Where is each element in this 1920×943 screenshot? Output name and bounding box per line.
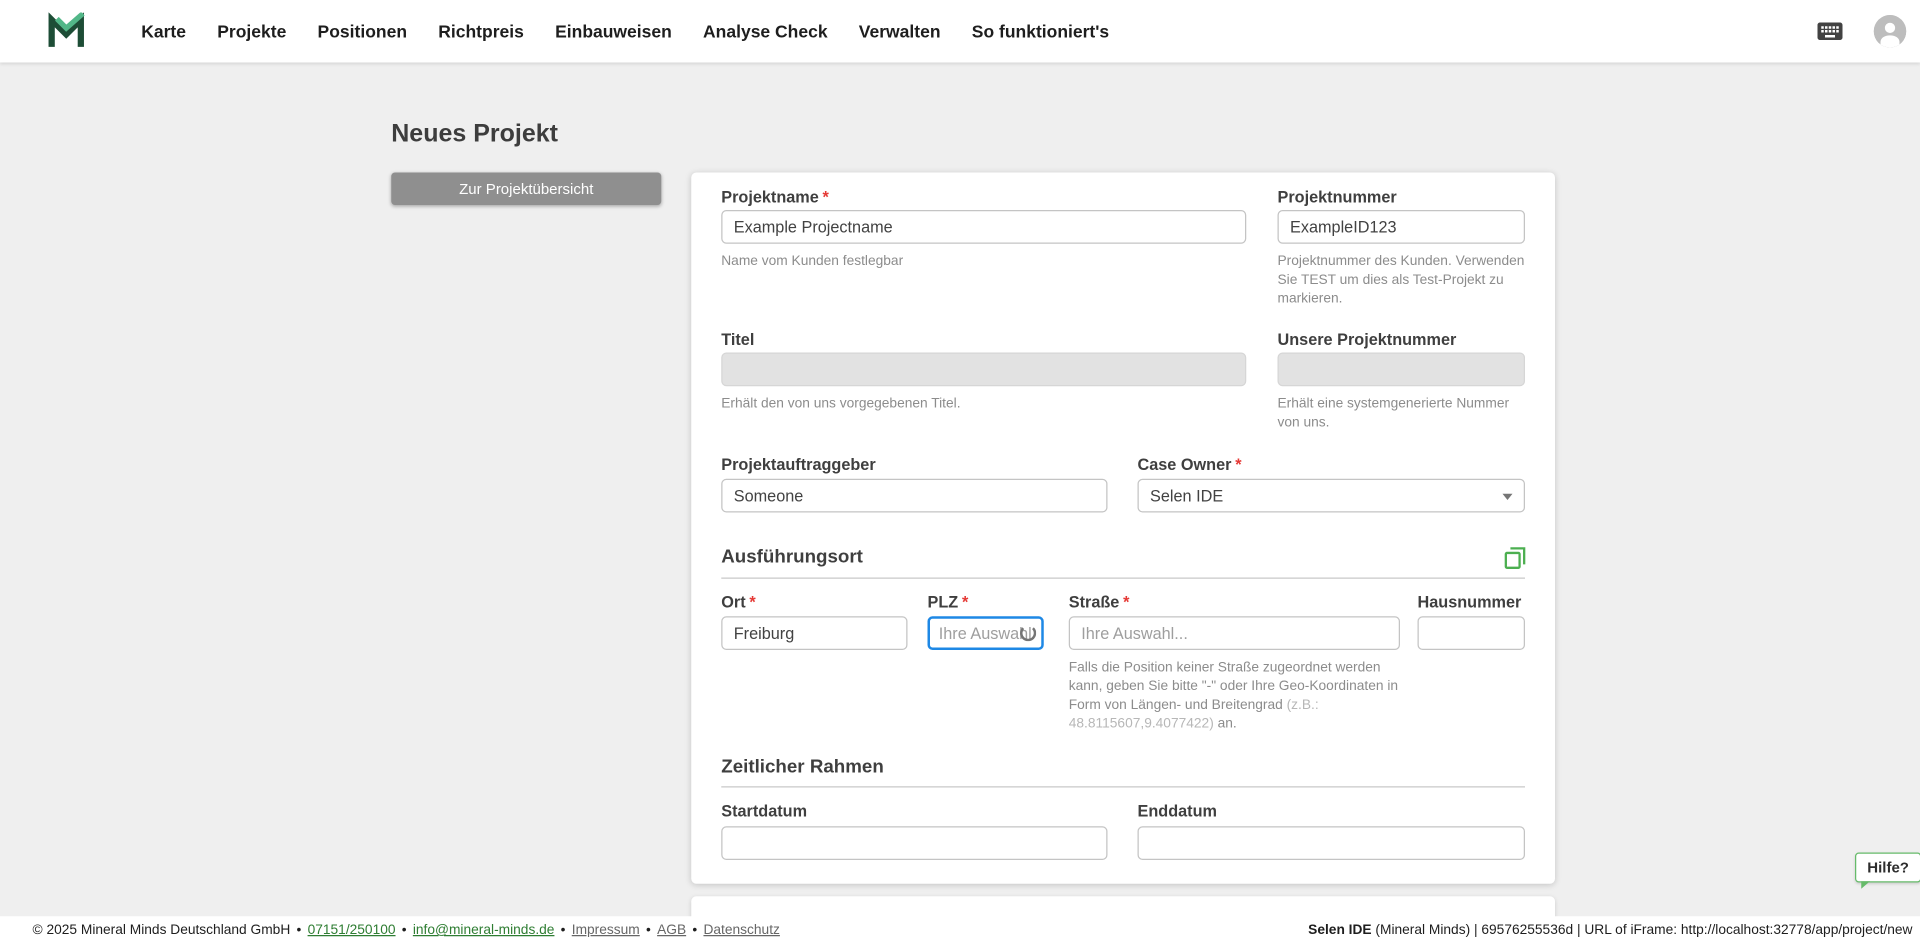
page-title: Neues Projekt xyxy=(391,120,558,148)
hausnummer-input[interactable] xyxy=(1417,616,1525,650)
dropdown-caret-icon xyxy=(1502,493,1513,500)
projektname-helper: Name vom Kunden festlegbar xyxy=(721,253,904,269)
footer-link-datenschutz[interactable]: Datenschutz xyxy=(703,923,779,938)
projektnummer-helper: Projektnummer des Kunden. Verwenden Sie … xyxy=(1277,253,1525,306)
unsere-projektnummer-helper: Erhält eine systemgenerierte Nummer von … xyxy=(1277,396,1510,430)
footer: © 2025 Mineral Minds Deutschland GmbH • … xyxy=(0,916,1920,943)
projektname-input[interactable] xyxy=(721,210,1247,244)
section-divider xyxy=(721,577,1525,579)
person-icon xyxy=(1873,15,1907,48)
session-details: (Mineral Minds) | 69576255536d | URL of … xyxy=(1371,922,1913,938)
projektauftraggeber-label: Projektauftraggeber xyxy=(721,455,876,474)
required-asterisk: * xyxy=(822,187,829,207)
strasse-helper-suffix: an. xyxy=(1213,715,1237,731)
footer-link-email[interactable]: info@mineral-minds.de xyxy=(413,923,555,938)
required-asterisk: * xyxy=(1235,455,1242,474)
session-info: Selen IDE (Mineral Minds) | 69576255536d… xyxy=(1308,923,1912,938)
projektname-label: Projektname * xyxy=(721,188,829,207)
unsere-projektnummer-input xyxy=(1277,352,1525,387)
unsere-projektnummer-label: Unsere Projektnummer xyxy=(1277,330,1457,349)
separator-dot: • xyxy=(692,922,698,938)
session-user: Selen IDE xyxy=(1308,922,1372,938)
strasse-helper-text: Falls die Position keiner Straße zugeord… xyxy=(1068,660,1399,713)
separator-dot: • xyxy=(401,922,407,938)
plz-label: PLZ * xyxy=(928,593,969,612)
titel-input xyxy=(721,352,1247,387)
keyboard-icon[interactable] xyxy=(1813,16,1848,46)
ort-label: Ort * xyxy=(721,593,755,612)
new-project-form-card: Projektname* Name vom Kunden festlegbar … xyxy=(691,172,1555,884)
section-ausfuehrungsort-title: Ausführungsort xyxy=(721,546,863,568)
footer-link-phone[interactable]: 07151/250100 xyxy=(308,923,396,938)
hausnummer-label: Hausnummer xyxy=(1417,592,1522,612)
projektauftraggeber-input[interactable] xyxy=(721,478,1108,513)
separator-dot: • xyxy=(646,922,651,938)
projektname-label-text: Projektname xyxy=(721,187,819,207)
nav-item-karte[interactable]: Karte xyxy=(141,21,186,41)
footer-left: © 2025 Mineral Minds Deutschland GmbH • … xyxy=(33,923,780,938)
strasse-helper: Falls die Position keiner Straße zugeord… xyxy=(1069,659,1400,733)
app-root: Karte Projekte Positionen Richtpreis Ein… xyxy=(0,0,1920,943)
nav-item-analyse-check[interactable]: Analyse Check xyxy=(703,21,828,41)
projektnummer-label: Projektnummer xyxy=(1277,187,1397,207)
required-asterisk: * xyxy=(961,592,969,612)
case-owner-label: Case Owner * xyxy=(1138,455,1242,474)
nav-item-verwalten[interactable]: Verwalten xyxy=(859,21,941,41)
enddatum-label: Enddatum xyxy=(1137,801,1217,820)
enddatum-input[interactable] xyxy=(1137,826,1525,860)
help-button[interactable]: Hilfe? xyxy=(1855,852,1920,889)
main-nav: Karte Projekte Positionen Richtpreis Ein… xyxy=(141,0,1109,63)
footer-link-agb[interactable]: AGB xyxy=(657,923,686,938)
nav-item-positionen[interactable]: Positionen xyxy=(318,21,407,41)
user-avatar[interactable] xyxy=(1873,15,1907,48)
separator-dot: • xyxy=(296,922,302,938)
nav-item-projekte[interactable]: Projekte xyxy=(217,21,286,41)
case-owner-label-text: Case Owner xyxy=(1137,455,1232,474)
copyright-text: © 2025 Mineral Minds Deutschland GmbH xyxy=(32,922,291,938)
strasse-input[interactable] xyxy=(1068,616,1400,650)
copy-icon xyxy=(1504,547,1526,569)
app-logo[interactable] xyxy=(48,11,86,51)
case-owner-selected-value: Selen IDE xyxy=(1150,486,1224,505)
section-zeitlicher-rahmen-title: Zeitlicher Rahmen xyxy=(721,756,884,778)
section-divider xyxy=(721,786,1525,788)
nav-item-richtpreis[interactable]: Richtpreis xyxy=(438,21,524,41)
top-navigation: Karte Projekte Positionen Richtpreis Ein… xyxy=(0,0,1920,63)
ort-label-text: Ort xyxy=(721,592,746,612)
duplicate-location-button[interactable] xyxy=(1501,544,1529,572)
nav-item-einbauweisen[interactable]: Einbauweisen xyxy=(555,21,672,41)
loading-spinner xyxy=(1020,625,1037,642)
footer-link-impressum[interactable]: Impressum xyxy=(572,923,640,938)
required-asterisk: * xyxy=(749,592,756,612)
required-asterisk: * xyxy=(1123,592,1130,612)
nav-item-so-funktionierts[interactable]: So funktioniert's xyxy=(972,21,1109,41)
plz-label-text: PLZ xyxy=(927,592,959,612)
strasse-label: Straße * xyxy=(1069,593,1130,612)
ort-input[interactable] xyxy=(721,616,908,650)
startdatum-input[interactable] xyxy=(721,826,1108,860)
separator-dot: • xyxy=(560,922,566,938)
strasse-label-text: Straße xyxy=(1068,592,1120,612)
mineral-minds-logo-icon xyxy=(48,11,85,47)
case-owner-select[interactable]: Selen IDE xyxy=(1137,478,1525,513)
projektnummer-input[interactable] xyxy=(1277,210,1525,244)
startdatum-label: Startdatum xyxy=(721,801,808,820)
back-to-project-overview-button[interactable]: Zur Projektübersicht xyxy=(391,172,662,205)
titel-label: Titel xyxy=(721,330,755,349)
titel-helper: Erhält den von uns vorgegebenen Titel. xyxy=(721,396,961,412)
